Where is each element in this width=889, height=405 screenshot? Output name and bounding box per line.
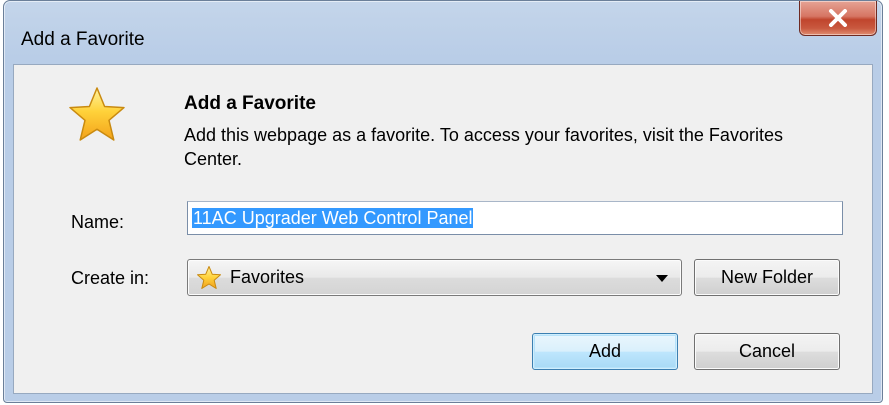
create-in-value: Favorites	[230, 267, 305, 287]
dialog-heading: Add a Favorite	[184, 93, 316, 114]
name-input-value: 11AC Upgrader Web Control Panel	[192, 208, 474, 228]
star-icon	[69, 87, 125, 141]
name-label: Name:	[71, 212, 125, 232]
name-input[interactable]: 11AC Upgrader Web Control Panel	[187, 201, 843, 235]
close-icon	[829, 9, 847, 27]
dialog-body: Add a Favorite Add this webpage as a fav…	[13, 64, 873, 394]
window-title: Add a Favorite	[21, 29, 145, 50]
add-favorite-dialog: Add a Favorite Add a Favorite Add this w…	[3, 0, 883, 403]
create-in-label: Create in:	[71, 268, 150, 288]
dialog-description: Add this webpage as a favorite. To acces…	[184, 125, 783, 169]
create-in-dropdown[interactable]: Favorites	[187, 259, 682, 296]
new-folder-button[interactable]: New Folder	[694, 259, 840, 296]
cancel-button[interactable]: Cancel	[694, 333, 840, 370]
star-icon	[197, 266, 221, 289]
add-button[interactable]: Add	[532, 333, 678, 370]
chevron-down-icon	[656, 275, 668, 282]
close-button[interactable]	[799, 1, 877, 36]
